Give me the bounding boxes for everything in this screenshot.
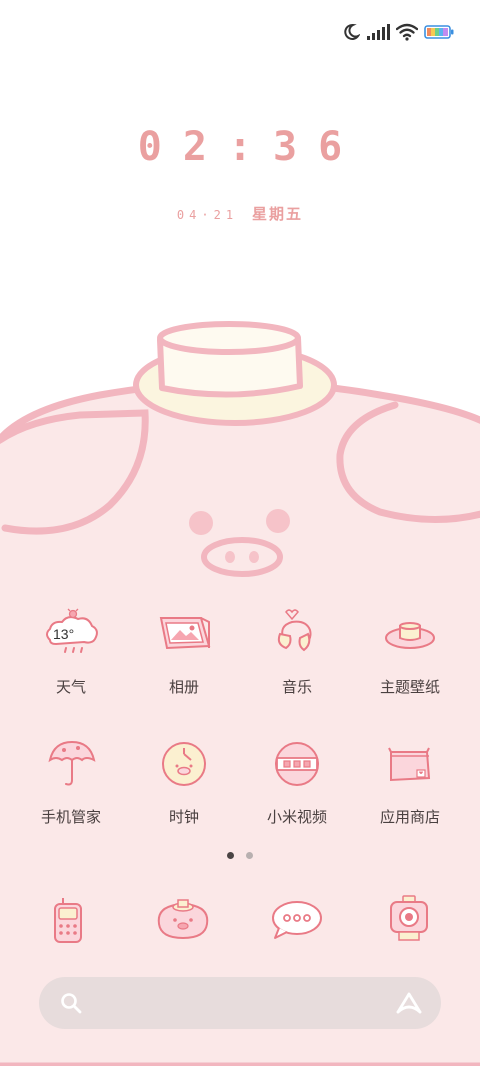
app-clock-label: 时钟 bbox=[168, 808, 199, 826]
app-clock[interactable]: 时钟 bbox=[134, 734, 234, 834]
pig-snout bbox=[201, 537, 283, 577]
bag-icon bbox=[388, 747, 431, 782]
weather-temp: 13° bbox=[53, 626, 74, 642]
app-gallery-label: 相册 bbox=[168, 678, 199, 696]
app-security[interactable]: 手机管家 bbox=[21, 734, 121, 834]
ball-icon bbox=[275, 742, 319, 786]
pig-icon bbox=[157, 899, 209, 940]
phone-icon bbox=[54, 898, 82, 943]
camera-icon bbox=[390, 895, 428, 941]
dock-browser[interactable] bbox=[151, 886, 215, 950]
app-store-label: 应用商店 bbox=[379, 808, 440, 826]
search-icon[interactable] bbox=[59, 991, 83, 1015]
clock-face-icon bbox=[162, 742, 206, 786]
hat-icon bbox=[385, 622, 435, 649]
app-themes[interactable]: 主题壁纸 bbox=[360, 604, 460, 704]
home-screen: 02:36 04·21 星期五 13° 天气 相册 音乐 主题壁纸 手机管家 时… bbox=[0, 0, 480, 1066]
date-row: 04·21 星期五 bbox=[0, 203, 480, 224]
app-weather[interactable]: 13° 天气 bbox=[21, 604, 121, 704]
signal-icon bbox=[367, 24, 390, 40]
search-bar[interactable] bbox=[39, 977, 441, 1029]
app-gallery[interactable]: 相册 bbox=[134, 604, 234, 704]
assistant-icon[interactable] bbox=[395, 990, 423, 1016]
moon-icon bbox=[344, 23, 360, 40]
app-security-label: 手机管家 bbox=[40, 808, 101, 826]
status-bar bbox=[342, 18, 454, 46]
umbrella-icon bbox=[48, 740, 96, 786]
page-dot-1[interactable] bbox=[227, 852, 234, 859]
search-input[interactable] bbox=[95, 977, 385, 1029]
pig-body bbox=[0, 379, 480, 1066]
app-video[interactable]: 小米视频 bbox=[247, 734, 347, 834]
app-music-label: 音乐 bbox=[281, 678, 312, 696]
photo-frame-icon bbox=[159, 617, 211, 650]
app-store[interactable]: 应用商店 bbox=[360, 734, 460, 834]
dock-camera[interactable] bbox=[377, 886, 441, 950]
app-row-2: 手机管家 时钟 小米视频 应用商店 bbox=[0, 734, 480, 834]
pig-right-eye bbox=[266, 509, 290, 533]
battery-icon bbox=[424, 25, 454, 39]
date-text: 04·21 bbox=[176, 208, 239, 222]
app-video-label: 小米视频 bbox=[266, 808, 327, 826]
dock-phone[interactable] bbox=[37, 886, 101, 950]
app-themes-label: 主题壁纸 bbox=[379, 678, 440, 696]
lock-clock[interactable]: 02:36 bbox=[0, 124, 480, 170]
dock bbox=[0, 880, 480, 960]
page-indicator[interactable] bbox=[0, 852, 480, 859]
weather-icon: 13° bbox=[46, 608, 98, 653]
pig-left-eye bbox=[189, 511, 213, 535]
weekday-text: 星期五 bbox=[252, 205, 304, 223]
dock-messages[interactable] bbox=[265, 886, 329, 950]
app-row-1: 13° 天气 相册 音乐 主题壁纸 bbox=[0, 604, 480, 704]
app-music[interactable]: 音乐 bbox=[247, 604, 347, 704]
headphones-icon bbox=[277, 609, 312, 652]
chat-bubble-icon bbox=[272, 901, 322, 939]
app-weather-label: 天气 bbox=[55, 678, 86, 696]
page-dot-2[interactable] bbox=[246, 852, 253, 859]
hat-top bbox=[157, 321, 301, 355]
wifi-icon bbox=[396, 23, 418, 41]
